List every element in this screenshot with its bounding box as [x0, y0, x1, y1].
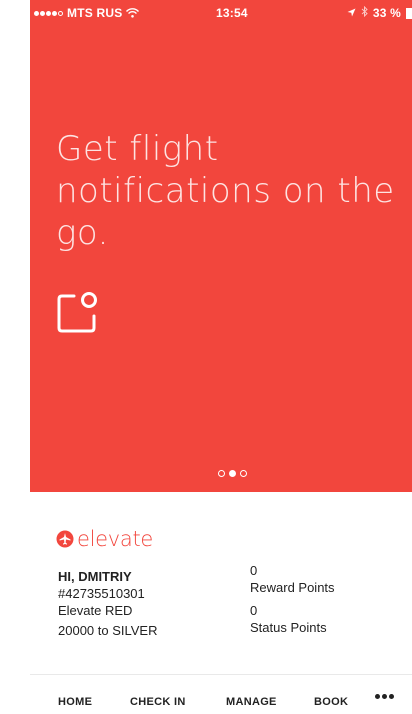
nav-divider	[30, 674, 412, 675]
app-screen: MTS RUS 13:54 33 % Get flight notificati…	[0, 0, 412, 714]
nav-manage[interactable]: MANAGE	[226, 696, 277, 708]
greeting: HI, DMITRIY	[58, 569, 132, 584]
status-left: MTS RUS	[34, 6, 140, 20]
battery-icon	[406, 7, 412, 19]
brand-name: elevate	[77, 527, 154, 551]
location-arrow-icon	[347, 6, 356, 20]
tier-name: Elevate RED	[58, 603, 133, 618]
airplane-logo-icon	[56, 530, 74, 548]
nav-book[interactable]: BOOK	[314, 696, 348, 708]
status-right: 33 %	[347, 5, 412, 20]
bluetooth-icon	[361, 5, 368, 20]
nav-check-in[interactable]: CHECK IN	[130, 696, 186, 708]
status-points: 0 Status Points	[250, 602, 335, 636]
page-dot[interactable]	[240, 470, 247, 477]
page-dot-active[interactable]	[229, 470, 236, 477]
page-dot[interactable]	[218, 470, 225, 477]
reward-points: 0 Reward Points	[250, 562, 335, 596]
battery-percent: 33 %	[372, 6, 401, 20]
more-dots-icon[interactable]	[375, 694, 394, 699]
elevate-brand: elevate	[56, 527, 153, 551]
hero-headline: Get flight notifications on the go.	[56, 129, 395, 253]
status-bar: MTS RUS 13:54 33 %	[30, 0, 412, 26]
member-number: #42735510301	[58, 586, 145, 601]
signal-icon	[34, 10, 63, 16]
points-summary: 0 Reward Points 0 Status Points	[250, 562, 335, 642]
member-info: HI, DMITRIY #42735510301 Elevate RED 200…	[58, 568, 158, 639]
clock: 13:54	[216, 6, 248, 20]
nav-home[interactable]: HOME	[58, 696, 92, 708]
bottom-nav: HOME CHECK IN MANAGE BOOK	[30, 688, 412, 714]
notification-icon	[56, 290, 100, 334]
hero-banner[interactable]: MTS RUS 13:54 33 % Get flight notificati…	[30, 0, 412, 492]
wifi-icon	[126, 8, 140, 18]
status-points-value: 0	[250, 603, 258, 618]
carrier-name: MTS RUS	[67, 6, 123, 20]
reward-points-value: 0	[250, 563, 258, 578]
status-points-label: Status Points	[250, 620, 327, 635]
reward-points-label: Reward Points	[250, 580, 335, 595]
tier-progress: 20000 to SILVER	[58, 623, 158, 638]
page-indicator[interactable]	[218, 470, 247, 477]
